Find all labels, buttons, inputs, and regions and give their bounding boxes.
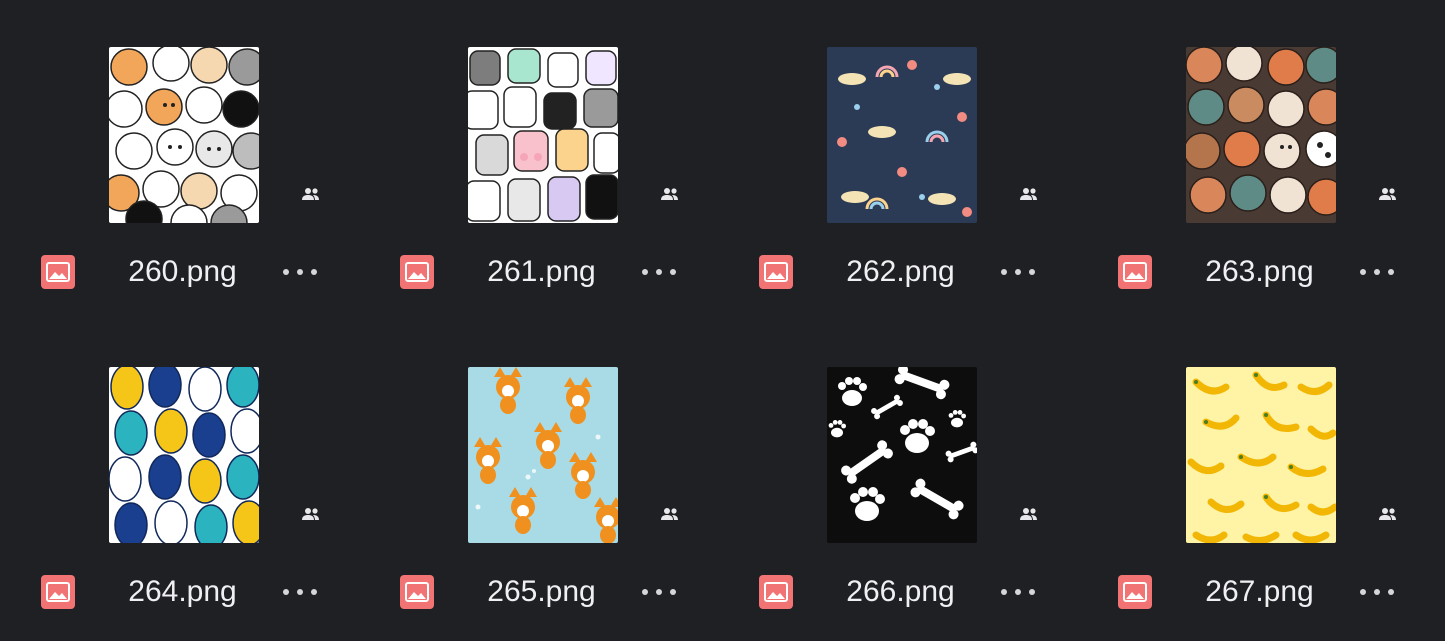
people-icon [1379, 188, 1396, 200]
file-tile[interactable]: 264.png [0, 320, 359, 620]
people-icon [1020, 188, 1037, 200]
file-tile[interactable]: 265.png [359, 320, 718, 620]
file-name[interactable]: 265.png [454, 575, 629, 609]
file-tile[interactable]: 261.png [359, 0, 718, 300]
file-row: 261.png [359, 250, 718, 294]
thumbnail-image [109, 47, 259, 223]
thumbnail[interactable] [827, 47, 977, 223]
image-icon [400, 575, 434, 609]
more-options-icon[interactable] [642, 582, 676, 602]
image-icon [41, 575, 75, 609]
image-icon [759, 575, 793, 609]
thumbnail-image [827, 47, 977, 223]
thumbnail-image [109, 367, 259, 543]
file-name[interactable]: 266.png [813, 575, 988, 609]
thumbnail-image [468, 367, 618, 543]
file-name[interactable]: 264.png [95, 575, 270, 609]
people-icon [661, 508, 678, 520]
people-icon [302, 508, 319, 520]
image-icon [759, 255, 793, 289]
more-options-icon[interactable] [283, 262, 317, 282]
more-options-icon[interactable] [283, 582, 317, 602]
thumbnail[interactable] [1186, 47, 1336, 223]
image-icon [41, 255, 75, 289]
file-name[interactable]: 261.png [454, 255, 629, 289]
thumbnail-image [1186, 47, 1336, 223]
more-options-icon[interactable] [1360, 262, 1394, 282]
more-options-icon[interactable] [642, 262, 676, 282]
file-name[interactable]: 267.png [1172, 575, 1347, 609]
thumbnail[interactable] [827, 367, 977, 543]
thumbnail-image [468, 47, 618, 223]
image-icon [1118, 575, 1152, 609]
thumbnail[interactable] [109, 47, 259, 223]
image-icon [1118, 255, 1152, 289]
file-tile[interactable]: 267.png [1077, 320, 1436, 620]
more-options-icon[interactable] [1001, 582, 1035, 602]
file-name[interactable]: 263.png [1172, 255, 1347, 289]
file-tile[interactable]: 260.png [0, 0, 359, 300]
people-icon [661, 188, 678, 200]
image-icon [400, 255, 434, 289]
file-name[interactable]: 260.png [95, 255, 270, 289]
file-row: 260.png [0, 250, 359, 294]
file-row: 266.png [718, 570, 1077, 614]
people-icon [1379, 508, 1396, 520]
people-icon [1020, 508, 1037, 520]
more-options-icon[interactable] [1360, 582, 1394, 602]
thumbnail[interactable] [468, 47, 618, 223]
people-icon [302, 188, 319, 200]
thumbnail[interactable] [468, 367, 618, 543]
file-row: 262.png [718, 250, 1077, 294]
thumbnail-image [827, 367, 977, 543]
file-row: 265.png [359, 570, 718, 614]
file-row: 264.png [0, 570, 359, 614]
file-row: 263.png [1077, 250, 1436, 294]
file-name[interactable]: 262.png [813, 255, 988, 289]
thumbnail-image [1186, 367, 1336, 543]
file-tile[interactable]: 263.png [1077, 0, 1436, 300]
more-options-icon[interactable] [1001, 262, 1035, 282]
thumbnail[interactable] [1186, 367, 1336, 543]
thumbnail[interactable] [109, 367, 259, 543]
file-grid: 260.png 261.png 262.png 263.png 264.png … [0, 0, 1445, 641]
file-row: 267.png [1077, 570, 1436, 614]
file-tile[interactable]: 262.png [718, 0, 1077, 300]
file-tile[interactable]: 266.png [718, 320, 1077, 620]
